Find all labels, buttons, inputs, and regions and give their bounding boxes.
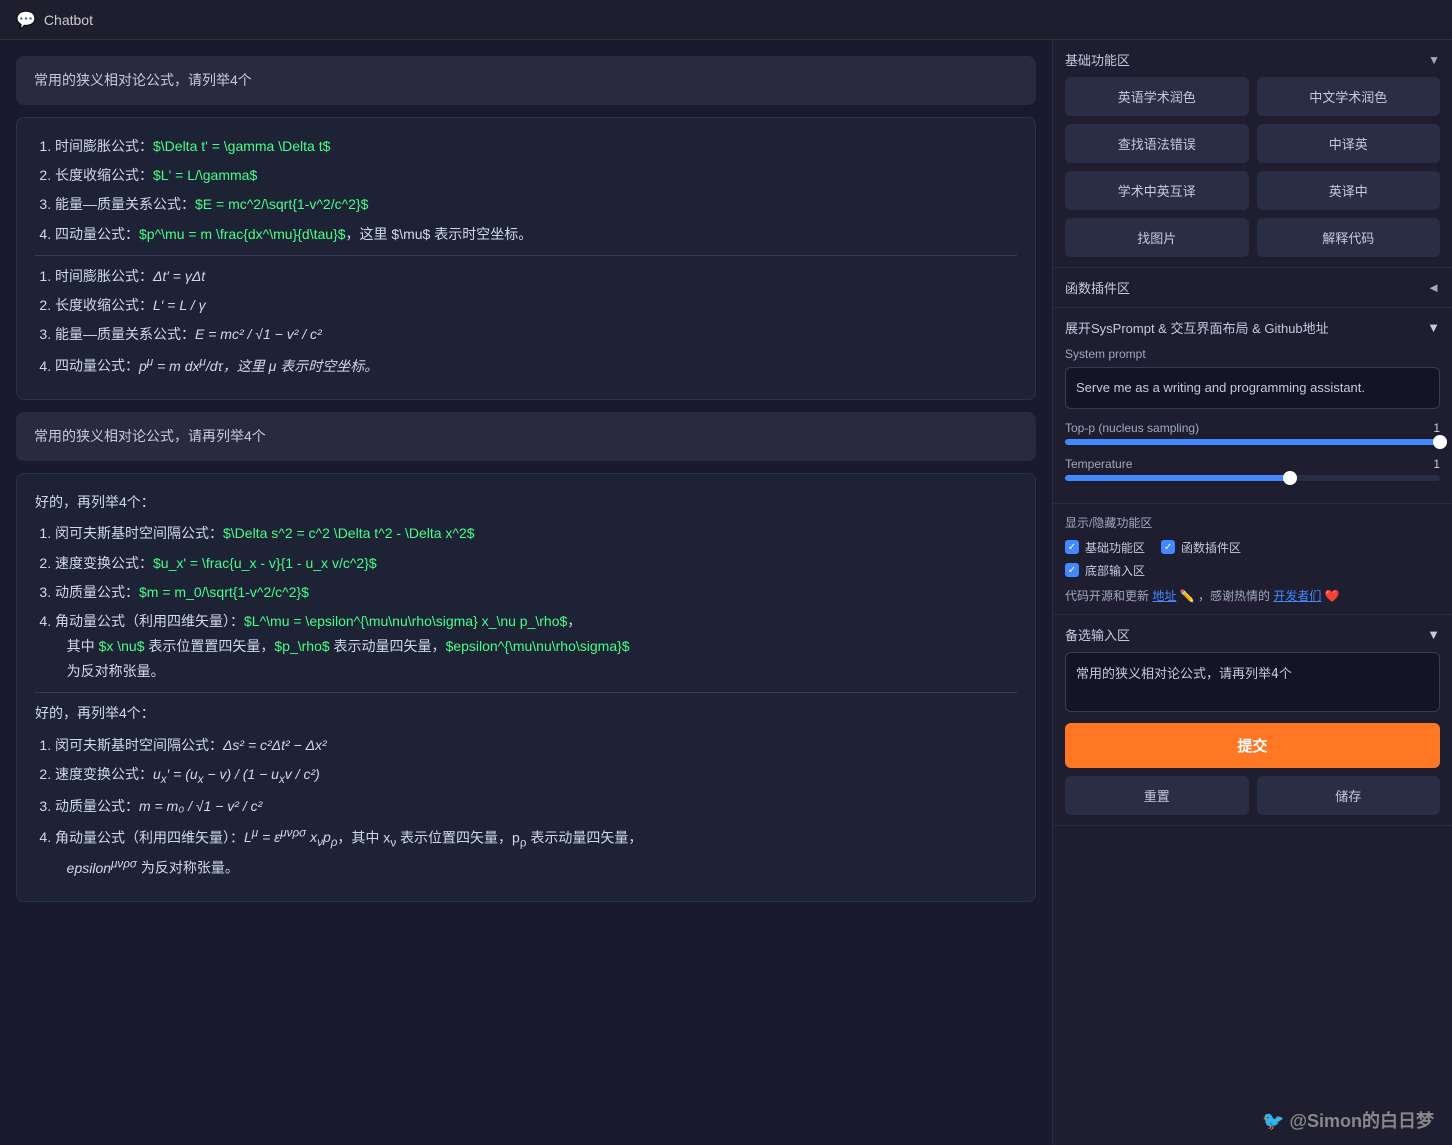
sysprompt-value[interactable]: Serve me as a writing and programming as… <box>1065 367 1440 409</box>
check-icon: ✓ <box>1068 542 1076 553</box>
top-p-thumb[interactable] <box>1433 435 1447 449</box>
checkbox-basic-box[interactable]: ✓ <box>1065 540 1079 554</box>
temperature-thumb[interactable] <box>1283 471 1297 485</box>
user-message-1: 常用的狭义相对论公式，请列举4个 <box>16 56 1036 105</box>
chat-area: 常用的狭义相对论公式，请列举4个 时间膨胀公式：$\Delta t' = \ga… <box>0 40 1052 1145</box>
basic-section-header[interactable]: 基础功能区 ▼ <box>1065 50 1440 69</box>
header: 💬 Chatbot <box>0 0 1452 40</box>
sysprompt-chevron-icon: ▼ <box>1427 320 1440 335</box>
sysprompt-label: System prompt <box>1065 347 1440 361</box>
bottom-buttons: 重置 储存 <box>1065 776 1440 815</box>
btn-grammar-check[interactable]: 查找语法错误 <box>1065 124 1249 163</box>
temperature-value: 1 <box>1433 457 1440 471</box>
assistant-message-2: 好的，再列举4个： 闵可夫斯基时空间隔公式：$\Delta s^2 = c^2 … <box>16 473 1036 902</box>
plugin-section-header[interactable]: 函数插件区 ◄ <box>1065 278 1440 297</box>
btn-english-polish[interactable]: 英语学术润色 <box>1065 77 1249 116</box>
assistant-message-1: 时间膨胀公式：$\Delta t' = \gamma \Delta t$ 长度收… <box>16 117 1036 400</box>
sysprompt-header[interactable]: 展开SysPrompt & 交互界面布局 & Github地址 ▼ <box>1065 318 1440 337</box>
basic-chevron-icon: ▼ <box>1428 53 1440 67</box>
check-icon-2: ✓ <box>1164 542 1172 553</box>
btn-en-to-cn[interactable]: 英译中 <box>1257 171 1441 210</box>
check-icon-3: ✓ <box>1068 565 1076 576</box>
watermark: 🐦 @Simon的白日梦 <box>1252 1103 1444 1137</box>
temperature-label: Temperature <box>1065 457 1132 471</box>
btn-explain-code[interactable]: 解释代码 <box>1257 218 1441 257</box>
btn-academic-translate[interactable]: 学术中英互译 <box>1065 171 1249 210</box>
top-p-fill <box>1065 439 1440 445</box>
backup-header: 备选输入区 ▼ <box>1065 625 1440 644</box>
checkbox-plugin[interactable]: ✓ 函数插件区 <box>1161 539 1241 556</box>
checkbox-row-1: ✓ 基础功能区 ✓ 函数插件区 <box>1065 539 1440 556</box>
backup-title: 备选输入区 <box>1065 625 1130 644</box>
top-p-label: Top-p (nucleus sampling) <box>1065 421 1199 435</box>
submit-button[interactable]: 提交 <box>1065 723 1440 768</box>
plugin-section: 函数插件区 ◄ <box>1053 268 1452 308</box>
thanks-text: ，感谢热情的 <box>1198 589 1270 603</box>
checkbox-bottom-label: 底部输入区 <box>1085 562 1145 579</box>
checkbox-plugin-box[interactable]: ✓ <box>1161 540 1175 554</box>
source-text: 代码开源和更新 <box>1065 589 1149 603</box>
basic-btn-grid: 英语学术润色 中文学术润色 查找语法错误 中译英 学术中英互译 英译中 找图片 … <box>1065 77 1440 257</box>
temperature-fill <box>1065 475 1290 481</box>
source-link-row: 代码开源和更新 地址 ✏️ ，感谢热情的 开发者们 ❤️ <box>1065 587 1440 604</box>
backup-section: 备选输入区 ▼ 常用的狭义相对论公式，请再列举4个 提交 重置 储存 <box>1053 615 1452 826</box>
sidebar: 基础功能区 ▼ 英语学术润色 中文学术润色 查找语法错误 中译英 学术中英互译 … <box>1052 40 1452 1145</box>
checkbox-row-2: ✓ 底部输入区 <box>1065 562 1440 579</box>
btn-find-image[interactable]: 找图片 <box>1065 218 1249 257</box>
main-layout: 常用的狭义相对论公式，请列举4个 时间膨胀公式：$\Delta t' = \ga… <box>0 40 1452 1145</box>
show-hide-label: 显示/隐藏功能区 <box>1065 514 1440 531</box>
chat-icon: 💬 <box>16 10 36 30</box>
temperature-track[interactable] <box>1065 475 1440 481</box>
checkbox-plugin-label: 函数插件区 <box>1181 539 1241 556</box>
temperature-row: Temperature 1 <box>1065 457 1440 481</box>
top-p-row: Top-p (nucleus sampling) 1 <box>1065 421 1440 445</box>
user-message-2: 常用的狭义相对论公式，请再列举4个 <box>16 412 1036 461</box>
top-p-value: 1 <box>1433 421 1440 435</box>
app-title: Chatbot <box>44 12 93 28</box>
pen-icon: ✏️ <box>1180 589 1195 603</box>
reset-button[interactable]: 重置 <box>1065 776 1249 815</box>
plugin-triangle-icon: ◄ <box>1427 280 1440 295</box>
source-link[interactable]: 地址 <box>1152 589 1176 603</box>
checkbox-basic[interactable]: ✓ 基础功能区 <box>1065 539 1145 556</box>
checkbox-bottom[interactable]: ✓ 底部输入区 <box>1065 562 1145 579</box>
show-hide-section: 显示/隐藏功能区 ✓ 基础功能区 ✓ 函数插件区 <box>1053 504 1452 615</box>
top-p-track[interactable] <box>1065 439 1440 445</box>
backup-input[interactable]: 常用的狭义相对论公式，请再列举4个 <box>1065 652 1440 712</box>
btn-cn-to-en[interactable]: 中译英 <box>1257 124 1441 163</box>
checkbox-bottom-box[interactable]: ✓ <box>1065 563 1079 577</box>
btn-chinese-polish[interactable]: 中文学术润色 <box>1257 77 1441 116</box>
sysprompt-section: 展开SysPrompt & 交互界面布局 & Github地址 ▼ System… <box>1053 308 1452 504</box>
checkbox-basic-label: 基础功能区 <box>1085 539 1145 556</box>
save-button[interactable]: 储存 <box>1257 776 1441 815</box>
heart-icon: ❤️ <box>1325 589 1340 603</box>
contributors-link[interactable]: 开发者们 <box>1273 589 1321 603</box>
weibo-icon: 🐦 <box>1262 1111 1284 1131</box>
basic-functions-section: 基础功能区 ▼ 英语学术润色 中文学术润色 查找语法错误 中译英 学术中英互译 … <box>1053 40 1452 268</box>
backup-chevron-icon: ▼ <box>1427 627 1440 642</box>
